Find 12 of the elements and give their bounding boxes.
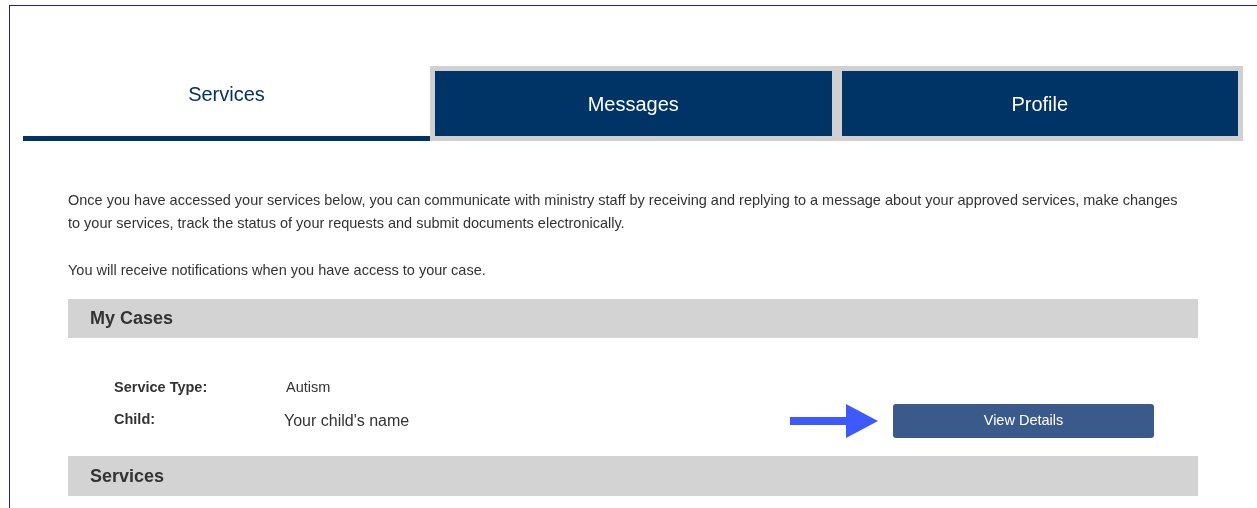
- arrow-icon: [790, 404, 878, 438]
- tab[interactable]: Messages: [430, 66, 837, 141]
- section-header: My Cases: [68, 299, 1198, 338]
- view-details-button[interactable]: View Details: [893, 404, 1154, 438]
- field-label: Child:: [114, 410, 157, 429]
- section-header: Services: [68, 456, 1198, 496]
- field-label: Service Type:: [114, 378, 209, 397]
- intro-text: Once you have accessed your services below, you can communicate with ministry staff by receiving and replying to a message about your approved services, make changes to your services, track the status of your requests and submit documents electronically.: [68, 191, 1179, 233]
- tab[interactable]: Profile: [836, 66, 1243, 141]
- field-value: Your child's name: [284, 411, 410, 431]
- intro-text: You will receive notifications when you have access to your case.: [68, 261, 487, 280]
- field-value: Autism: [286, 378, 331, 397]
